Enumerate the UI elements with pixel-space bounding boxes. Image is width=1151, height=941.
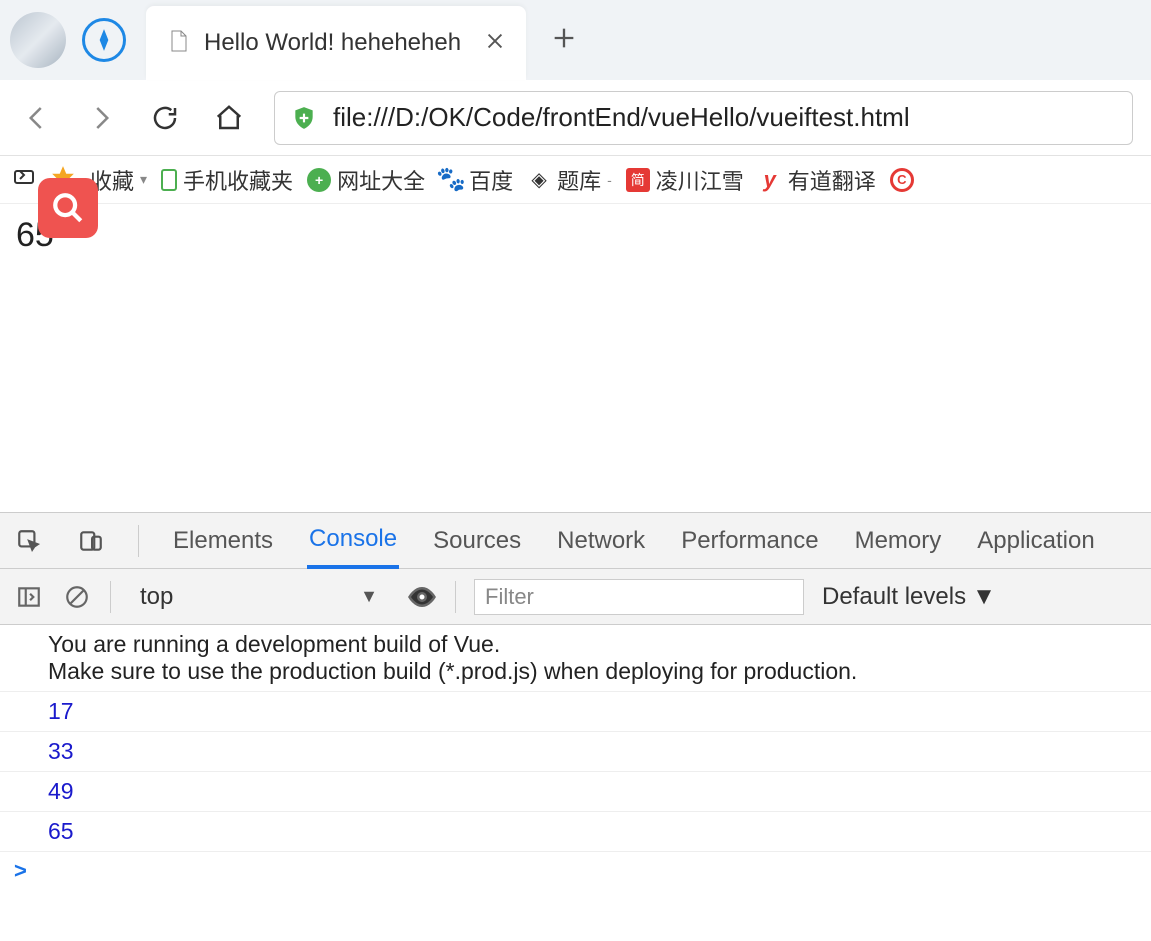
filter-input[interactable]: Filter bbox=[474, 579, 804, 615]
bookmark-favorites[interactable]: 收藏 ▾ bbox=[90, 164, 147, 196]
browser-title-bar: Hello World! heheheheh bbox=[0, 0, 1151, 80]
new-tab-button[interactable] bbox=[550, 24, 578, 57]
search-overlay-button[interactable] bbox=[38, 178, 98, 238]
chevron-down-icon: ▾ bbox=[140, 171, 147, 188]
compass-icon[interactable] bbox=[82, 18, 126, 62]
context-selector[interactable]: top ▼ bbox=[129, 578, 389, 616]
page-content: 65 bbox=[0, 204, 1151, 267]
console-prompt[interactable]: > bbox=[0, 852, 1151, 890]
diamond-icon: ◈ bbox=[527, 168, 551, 192]
console-log-number: 65 bbox=[0, 812, 1151, 852]
bookmark-lingchuan[interactable]: 简 凌川江雪 bbox=[626, 164, 744, 196]
divider bbox=[455, 581, 456, 613]
console-output: You are running a development build of V… bbox=[0, 625, 1151, 941]
tab-memory[interactable]: Memory bbox=[853, 515, 944, 567]
bookmark-mobile[interactable]: 手机收藏夹 bbox=[161, 164, 293, 196]
eye-icon[interactable] bbox=[407, 582, 437, 612]
profile-avatar[interactable] bbox=[10, 12, 66, 68]
bookmark-youdao[interactable]: y 有道翻译 bbox=[758, 164, 876, 196]
extension-icon[interactable] bbox=[12, 165, 36, 194]
console-toolbar: top ▼ Filter Default levels ▼ bbox=[0, 569, 1151, 625]
device-icon[interactable] bbox=[76, 526, 106, 556]
bookmark-label: 凌川江雪 bbox=[656, 164, 744, 196]
bookmark-tiku[interactable]: ◈ 题库 - bbox=[527, 164, 612, 196]
divider bbox=[138, 525, 139, 557]
tab-network[interactable]: Network bbox=[555, 515, 647, 567]
back-button[interactable] bbox=[18, 99, 56, 137]
bookmark-wangzhi[interactable]: + 网址大全 bbox=[307, 164, 425, 196]
bookmark-baidu[interactable]: 🐾 百度 bbox=[439, 164, 513, 196]
devtools-tab-bar: Elements Console Sources Network Perform… bbox=[0, 513, 1151, 569]
bookmark-label: 百度 bbox=[469, 164, 513, 196]
circle-c-icon: C bbox=[890, 168, 914, 192]
active-tab[interactable]: Hello World! heheheheh bbox=[146, 6, 526, 80]
tab-title: Hello World! heheheheh bbox=[204, 29, 484, 57]
clear-console-icon[interactable] bbox=[62, 582, 92, 612]
bookmark-label: 网址大全 bbox=[337, 164, 425, 196]
console-log-message: You are running a development build of V… bbox=[0, 625, 1151, 692]
bookmark-label: 题库 bbox=[557, 164, 601, 196]
bookmarks-bar: 收藏 ▾ 手机收藏夹 + 网址大全 🐾 百度 ◈ 题库 - 简 凌川江雪 y 有… bbox=[0, 156, 1151, 204]
shield-icon bbox=[289, 103, 319, 133]
context-value: top bbox=[140, 583, 173, 611]
site-icon: + bbox=[307, 168, 331, 192]
forward-button[interactable] bbox=[82, 99, 120, 137]
jian-icon: 简 bbox=[626, 168, 650, 192]
reload-button[interactable] bbox=[146, 99, 184, 137]
tab-sources[interactable]: Sources bbox=[431, 515, 523, 567]
console-log-number: 33 bbox=[0, 732, 1151, 772]
avatar-image bbox=[10, 12, 66, 68]
close-icon[interactable] bbox=[484, 30, 506, 57]
chevron-down-icon: ▼ bbox=[972, 583, 996, 611]
dash-icon: - bbox=[607, 172, 612, 188]
phone-icon bbox=[161, 169, 177, 191]
console-log-number: 17 bbox=[0, 692, 1151, 732]
console-log-number: 49 bbox=[0, 772, 1151, 812]
document-icon bbox=[166, 29, 190, 58]
tab-performance[interactable]: Performance bbox=[679, 515, 820, 567]
youdao-icon: y bbox=[758, 168, 782, 192]
bookmark-label: 有道翻译 bbox=[788, 164, 876, 196]
levels-label: Default levels bbox=[822, 583, 966, 611]
tab-application[interactable]: Application bbox=[975, 515, 1096, 567]
paw-icon: 🐾 bbox=[439, 168, 463, 192]
bookmark-more[interactable]: C bbox=[890, 168, 914, 192]
log-levels-selector[interactable]: Default levels ▼ bbox=[822, 583, 996, 611]
tab-elements[interactable]: Elements bbox=[171, 515, 275, 567]
filter-placeholder: Filter bbox=[485, 584, 534, 610]
chevron-down-icon: ▼ bbox=[360, 586, 378, 607]
tab-console[interactable]: Console bbox=[307, 513, 399, 569]
url-text: file:///D:/OK/Code/frontEnd/vueHello/vue… bbox=[333, 102, 910, 133]
inspect-icon[interactable] bbox=[14, 526, 44, 556]
home-button[interactable] bbox=[210, 99, 248, 137]
sidebar-toggle-icon[interactable] bbox=[14, 582, 44, 612]
navigation-bar: file:///D:/OK/Code/frontEnd/vueHello/vue… bbox=[0, 80, 1151, 156]
address-bar[interactable]: file:///D:/OK/Code/frontEnd/vueHello/vue… bbox=[274, 91, 1133, 145]
devtools-panel: Elements Console Sources Network Perform… bbox=[0, 512, 1151, 941]
divider bbox=[110, 581, 111, 613]
bookmark-label: 手机收藏夹 bbox=[183, 164, 293, 196]
